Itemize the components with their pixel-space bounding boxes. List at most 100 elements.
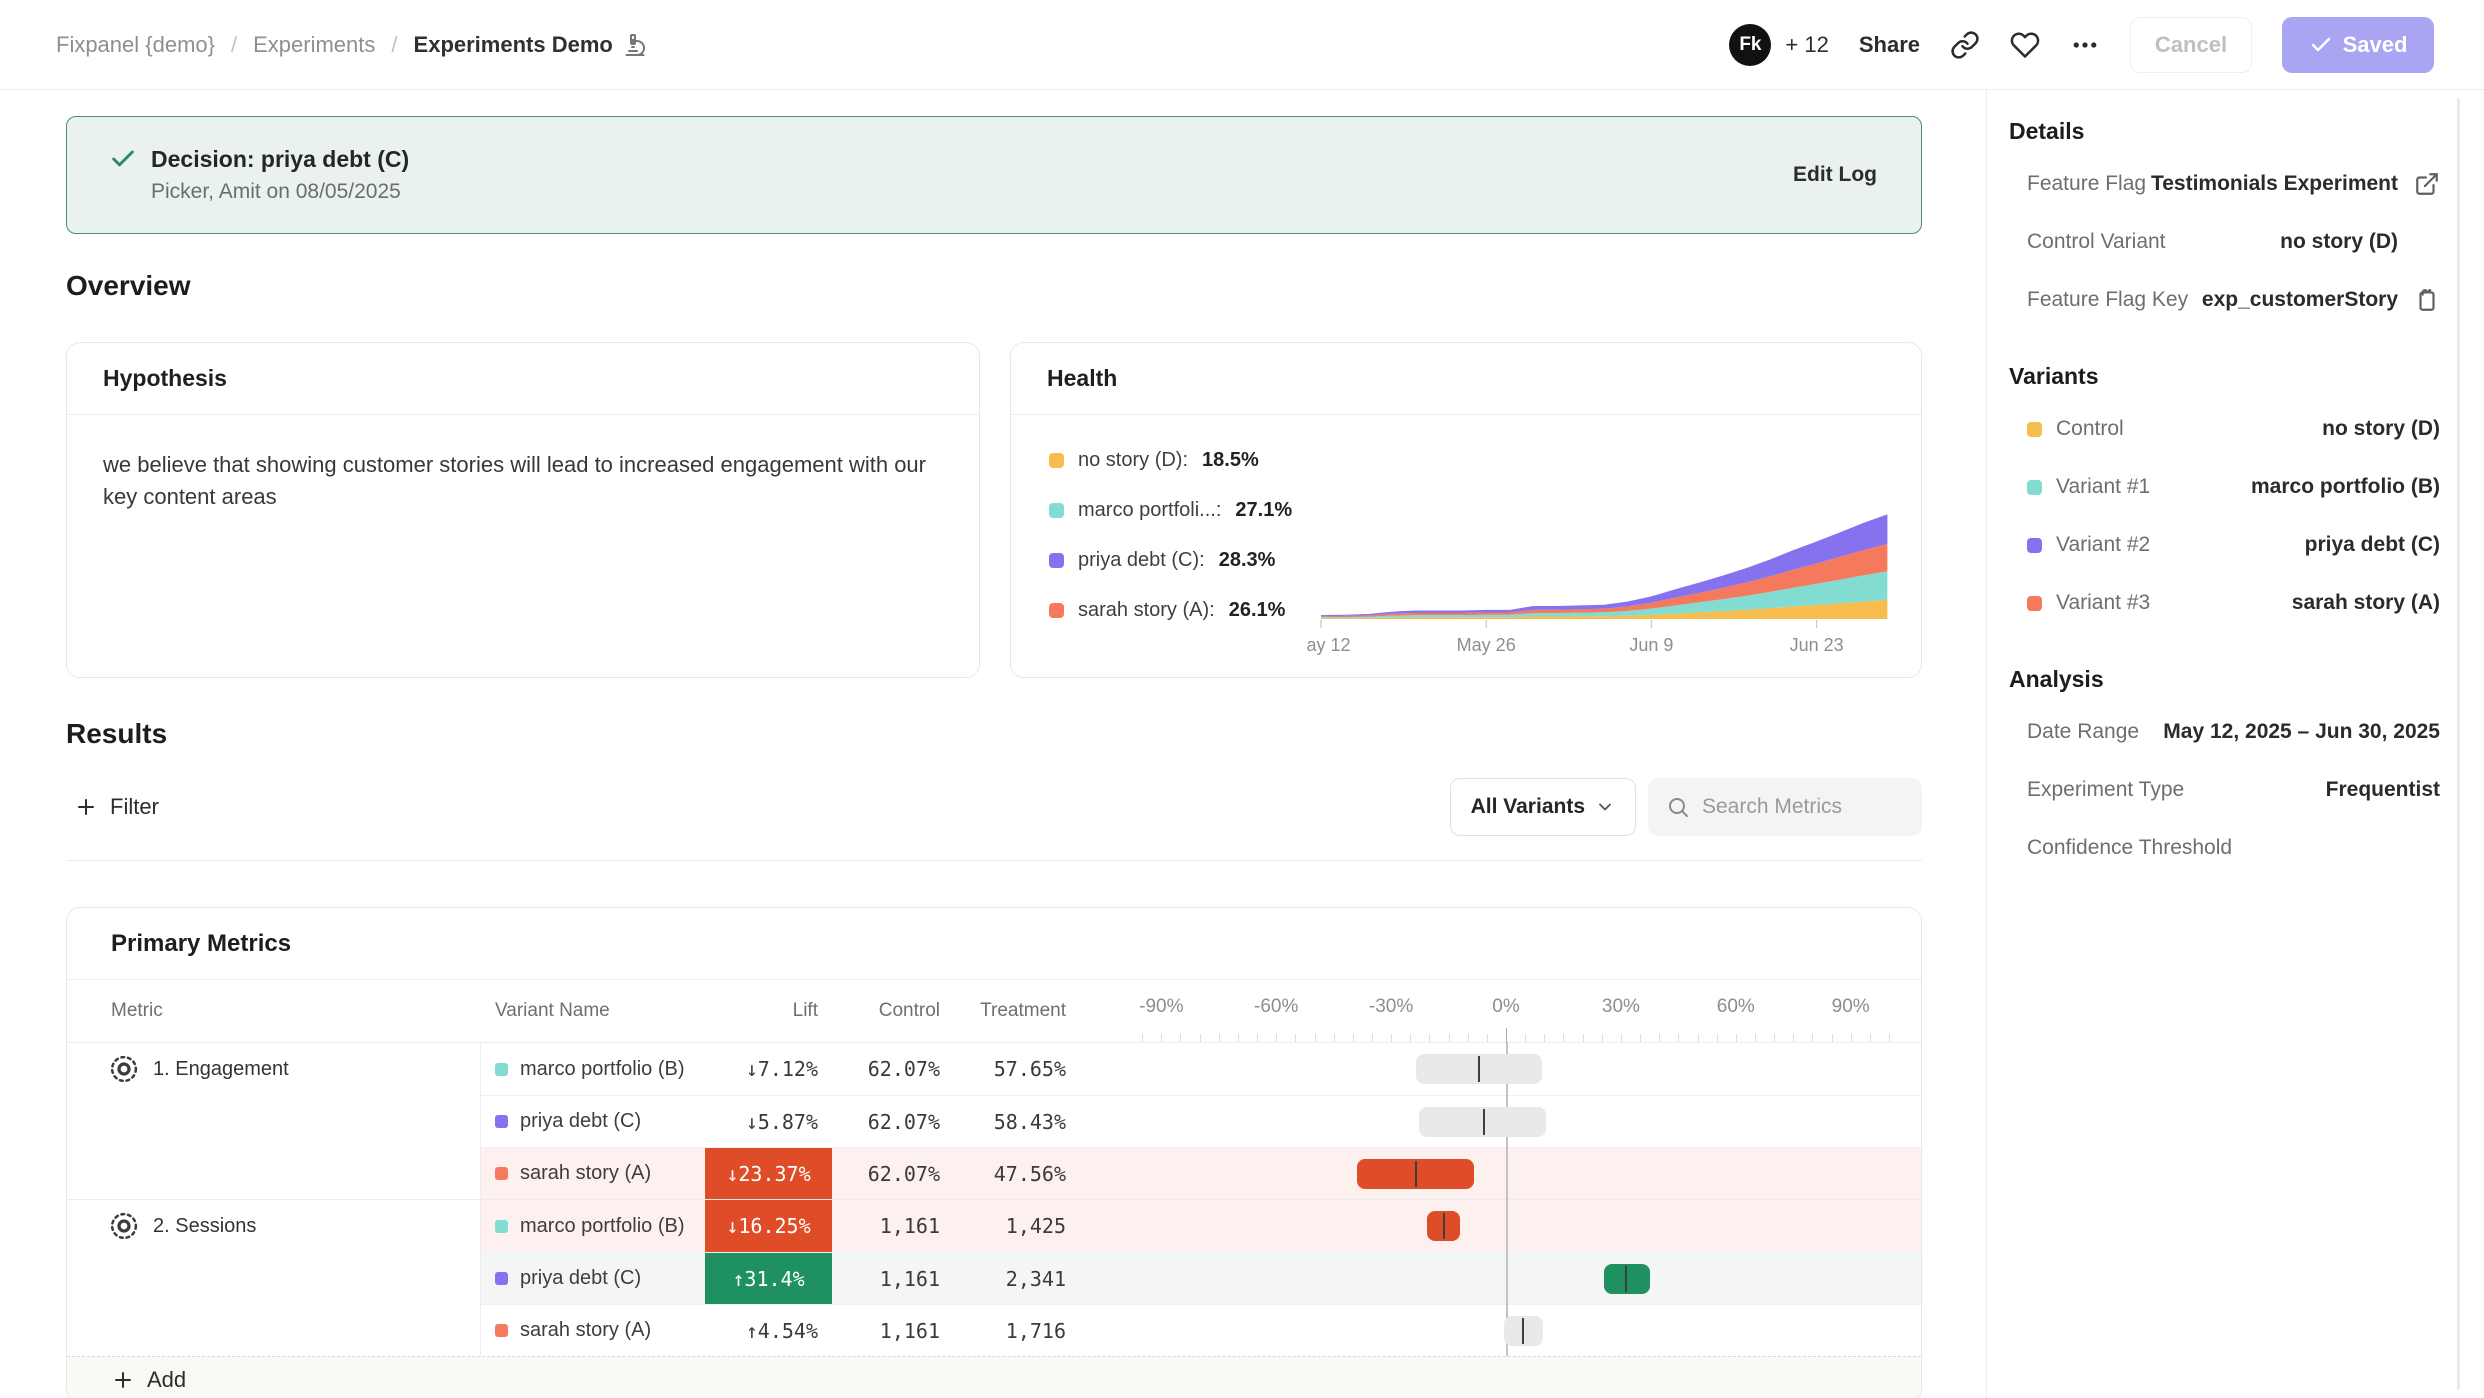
breadcrumb-separator: / xyxy=(391,32,397,58)
avatar[interactable]: Fk xyxy=(1729,24,1771,66)
column-variant-name: Variant Name xyxy=(481,1000,705,1022)
axis-tick xyxy=(1755,1034,1756,1042)
treatment-value: 1,425 xyxy=(1006,1214,1066,1238)
search-metrics-input[interactable] xyxy=(1702,795,1902,819)
variant-value: priya debt (C) xyxy=(2305,533,2440,557)
hypothesis-body[interactable]: we believe that showing customer stories… xyxy=(67,415,967,547)
external-link-icon[interactable] xyxy=(2414,171,2440,197)
add-label: Add xyxy=(147,1367,186,1393)
overview-heading: Overview xyxy=(66,270,1922,302)
legend-swatch xyxy=(1049,503,1064,518)
axis-tick xyxy=(1621,1034,1622,1042)
treatment-cell: 47.56% xyxy=(954,1148,1080,1199)
saved-button[interactable]: Saved xyxy=(2282,17,2434,73)
table-row[interactable]: priya debt (C)↑31.4%1,1612,341 xyxy=(481,1252,1921,1304)
axis-tick xyxy=(1793,1034,1794,1042)
table-row[interactable]: sarah story (A)↑4.54%1,1611,716 xyxy=(481,1304,1921,1356)
more-options-icon[interactable] xyxy=(2070,30,2100,60)
legend-swatch xyxy=(1049,553,1064,568)
variant-cell: marco portfolio (B) xyxy=(481,1043,705,1095)
treatment-value: 58.43% xyxy=(994,1110,1066,1134)
control-value: 62.07% xyxy=(868,1162,940,1186)
column-control: Control xyxy=(832,1000,954,1022)
table-row[interactable]: marco portfolio (B)↓16.25%1,1611,425 xyxy=(481,1200,1921,1252)
variant-filter-dropdown[interactable]: All Variants xyxy=(1450,778,1636,836)
legend-value: 26.1% xyxy=(1229,599,1286,622)
axis-tick xyxy=(1812,1034,1813,1042)
legend-value: 27.1% xyxy=(1235,499,1292,522)
legend-item[interactable]: no story (D): 18.5% xyxy=(1049,449,1292,472)
breadcrumb-project[interactable]: Fixpanel {demo} xyxy=(56,32,215,58)
variant-name: marco portfolio (B) xyxy=(520,1215,685,1238)
axis-tick xyxy=(1583,1034,1584,1042)
add-filter-button[interactable]: Filter xyxy=(74,794,159,820)
filter-label: Filter xyxy=(110,794,159,820)
axis-tick xyxy=(1602,1034,1603,1042)
scrollbar[interactable] xyxy=(2457,98,2460,1390)
axis-tick xyxy=(1717,1034,1718,1042)
metric-cell[interactable]: 2. Sessions xyxy=(67,1200,481,1356)
treatment-cell: 1,425 xyxy=(954,1200,1080,1252)
axis-tick xyxy=(1238,1034,1239,1042)
metrics-search[interactable] xyxy=(1648,778,1922,836)
legend-item[interactable]: sarah story (A): 26.1% xyxy=(1049,599,1292,622)
health-stacked-area-chart: May 12May 26Jun 9Jun 23 xyxy=(1305,423,1905,663)
control-cell: 1,161 xyxy=(832,1200,954,1252)
results-controls: All Variants xyxy=(1450,778,1922,836)
confidence-interval-midpoint xyxy=(1625,1266,1627,1292)
edit-log-button[interactable]: Edit Log xyxy=(1793,163,1877,187)
table-row[interactable]: marco portfolio (B)↓7.12%62.07%57.65% xyxy=(481,1043,1921,1095)
plus-icon xyxy=(74,795,98,819)
lift-value: ↓7.12% xyxy=(746,1057,818,1081)
legend-item[interactable]: marco portfoli...: 27.1% xyxy=(1049,499,1292,522)
axis-tick xyxy=(1851,1034,1852,1042)
variant-cell: sarah story (A) xyxy=(481,1305,705,1356)
metric-rows: marco portfolio (B)↓16.25%1,1611,425priy… xyxy=(481,1200,1921,1356)
variant-name: priya debt (C) xyxy=(520,1267,641,1290)
axis-tick xyxy=(1525,1034,1526,1042)
health-title: Health xyxy=(1011,343,1921,415)
legend-value: 18.5% xyxy=(1202,449,1259,472)
favorite-heart-icon[interactable] xyxy=(2010,30,2040,60)
table-row[interactable]: sarah story (A)↓23.37%62.07%47.56% xyxy=(481,1147,1921,1199)
variants-heading: Variants xyxy=(2009,363,2440,390)
axis-tick xyxy=(1506,1028,1507,1042)
legend-item[interactable]: priya debt (C): 28.3% xyxy=(1049,549,1292,572)
detail-label: Control Variant xyxy=(2027,230,2166,254)
decision-title: Decision: priya debt (C) xyxy=(151,146,409,173)
axis-tick xyxy=(1295,1034,1296,1042)
details-section: Details Feature Flag Testimonials Experi… xyxy=(2009,118,2440,329)
primary-metrics-card: Primary Metrics Metric Variant Name Lift… xyxy=(66,907,1922,1398)
confidence-interval-cell xyxy=(1080,1043,1921,1095)
variant-cell: priya debt (C) xyxy=(481,1253,705,1304)
metric-cell[interactable]: 1. Engagement xyxy=(67,1043,481,1199)
analysis-section: Analysis Date Range May 12, 2025 – Jun 3… xyxy=(2009,666,2440,877)
results-toolbar: Filter All Variants xyxy=(66,778,1922,836)
variant-swatch xyxy=(495,1115,508,1128)
axis-tick xyxy=(1161,1034,1162,1042)
axis-tick xyxy=(1832,1034,1833,1042)
variant-label: Control xyxy=(2027,417,2124,441)
copy-icon[interactable] xyxy=(2414,287,2440,313)
axis-tick xyxy=(1563,1034,1564,1042)
variant-swatch xyxy=(495,1063,508,1076)
primary-metrics-title: Primary Metrics xyxy=(67,908,1921,980)
treatment-cell: 58.43% xyxy=(954,1096,1080,1147)
collaborator-count[interactable]: + 12 xyxy=(1785,32,1828,58)
axis-label: 30% xyxy=(1602,996,1640,1018)
copy-link-icon[interactable] xyxy=(1950,30,1980,60)
lift-value: ↑4.54% xyxy=(746,1319,818,1343)
table-row[interactable]: priya debt (C)↓5.87%62.07%58.43% xyxy=(481,1095,1921,1147)
variant-row-control: Control no story (D) xyxy=(2009,400,2440,458)
treatment-cell: 57.65% xyxy=(954,1043,1080,1095)
variant-value: marco portfolio (B) xyxy=(2251,475,2440,499)
share-button[interactable]: Share xyxy=(1859,32,1920,58)
breadcrumb-experiments[interactable]: Experiments xyxy=(253,32,375,58)
hypothesis-title: Hypothesis xyxy=(67,343,979,415)
cancel-button[interactable]: Cancel xyxy=(2130,17,2252,73)
analysis-heading: Analysis xyxy=(2009,666,2440,693)
legend-label: sarah story (A): xyxy=(1078,599,1215,622)
breadcrumb: Fixpanel {demo} / Experiments / Experime… xyxy=(56,32,647,58)
add-metric-button[interactable]: Add xyxy=(67,1356,1921,1398)
treatment-value: 1,716 xyxy=(1006,1319,1066,1343)
